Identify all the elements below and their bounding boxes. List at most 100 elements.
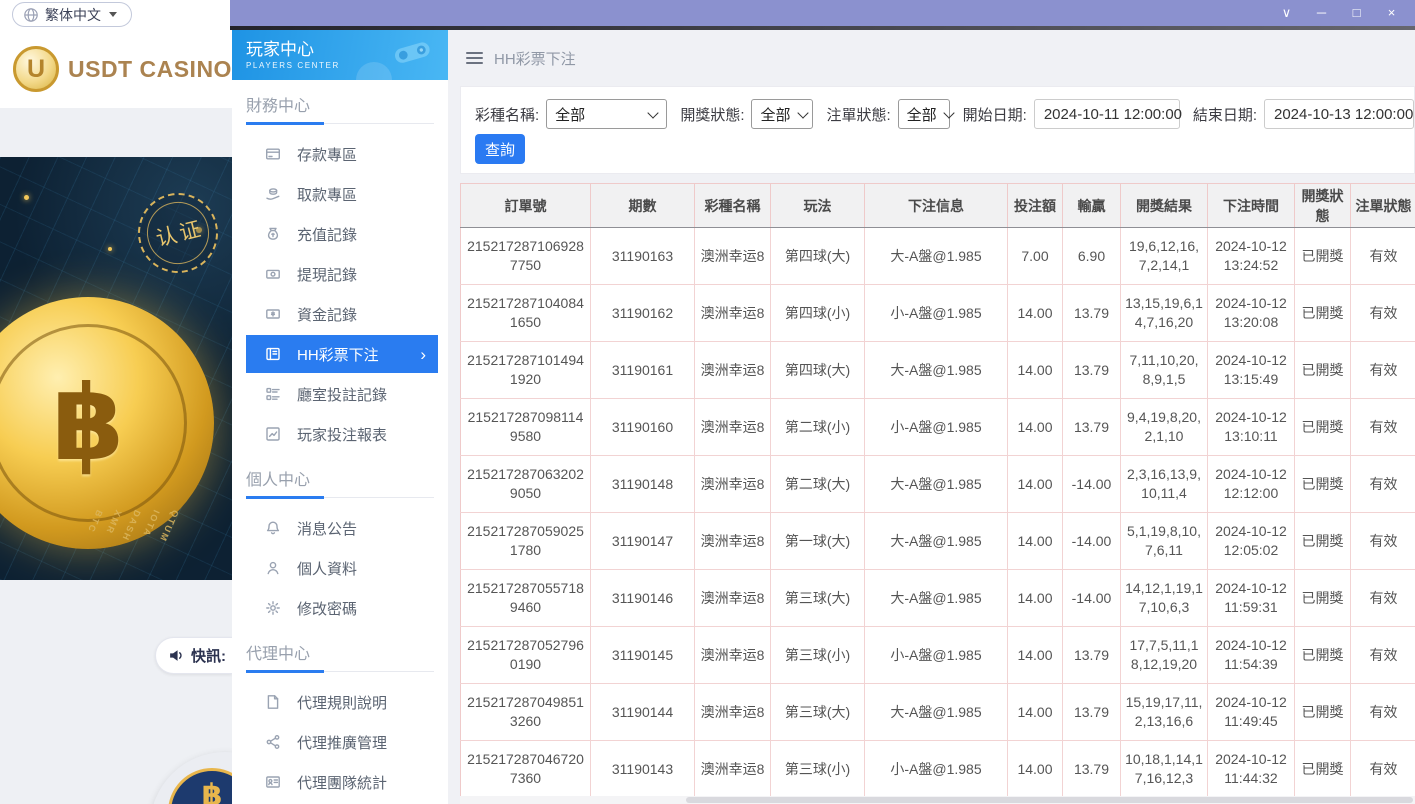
table-cell: 第三球(小) [771,741,865,798]
table-cell: 澳洲幸运8 [695,684,771,741]
table-cell: 2024-10-12 11:54:39 [1208,627,1295,684]
table-cell: 有效 [1351,513,1415,570]
sidebar-item-hh-lottery-bets[interactable]: HH彩票下注› [246,335,438,373]
sidebar-item-funds-records[interactable]: 資金記錄 [246,294,438,334]
sidebar-item-deposit-area[interactable]: 存款專區 [246,134,438,174]
table-cell: 已開獎 [1295,399,1351,456]
sidebar-item-label: 修改密碼 [297,598,357,619]
table-cell: 有效 [1351,399,1415,456]
sidebar-item-agent-rules[interactable]: 代理規則說明 [246,682,438,722]
sidebar-item-label: 廳室投註記錄 [297,384,387,405]
table-cell: 澳洲幸运8 [695,342,771,399]
table-cell: 第二球(大) [771,456,865,513]
bell-icon [265,520,281,536]
window-titlebar: ∨─□× [230,0,1415,26]
table-cell: 14.00 [1008,627,1063,684]
language-selector[interactable]: 繁体中文 [12,2,132,27]
news-ticker-button[interactable]: 快訊: [155,637,232,674]
table-cell: 2,3,16,13,9,10,11,4 [1121,456,1208,513]
start-date-input[interactable]: 2024-10-11 12:00:00 [1034,99,1180,129]
table-cell: 澳洲幸运8 [695,741,771,798]
table-row: 215217287052796019031190145澳洲幸运8第三球(小)小-… [461,627,1415,684]
lottery-name-label: 彩種名稱: [475,104,539,125]
scrollbar-thumb[interactable] [686,797,1413,803]
table-cell: 14.00 [1008,456,1063,513]
table-cell: 31190146 [591,570,695,627]
table-cell: 10,18,1,14,17,16,12,3 [1121,741,1208,798]
table-cell: 第三球(大) [771,570,865,627]
share-icon [265,734,281,750]
section-title: 財務中心 [246,92,434,116]
table-cell: 第一球(大) [771,513,865,570]
table-cell: 14.00 [1008,570,1063,627]
table-cell: 14.00 [1008,741,1063,798]
order-status-label: 注單狀態: [826,104,890,125]
table-cell: 有效 [1351,741,1415,798]
table-cell: 31190148 [591,456,695,513]
table-cell: 有效 [1351,342,1415,399]
table-cell: 9,4,19,8,20,2,1,10 [1121,399,1208,456]
table-row: 215217287055718946031190146澳洲幸运8第三球(大)大-… [461,570,1415,627]
sidebar-item-player-bet-report[interactable]: 玩家投注報表 [246,414,438,454]
table-cell: 小-A盤@1.985 [865,399,1008,456]
table-cell: 澳洲幸运8 [695,513,771,570]
search-button[interactable]: 查詢 [475,134,525,164]
horizontal-scrollbar[interactable] [460,796,1415,804]
bets-table: 訂單號期數彩種名稱玩法下注信息投注額輸贏開獎結果下注時間開獎狀態注單狀態 215… [460,183,1415,798]
table-cell: 13.79 [1063,684,1121,741]
coin-ticker-labels: BTCXMRDASHIOTAQTUM [88,509,174,544]
lottery-name-select[interactable]: 全部 [546,99,667,129]
table-cell: 31190145 [591,627,695,684]
sidebar-item-news-announcements[interactable]: 消息公告 [246,508,438,548]
sidebar-subtitle: PLAYERS CENTER [246,61,340,70]
sidebar-item-agent-promotion[interactable]: 代理推廣管理 [246,722,438,762]
gear-icon [265,600,281,616]
page-header: HH彩票下注 [448,30,1415,86]
speaker-icon [168,647,185,664]
table-cell: 7,11,10,20,8,9,1,5 [1121,342,1208,399]
sidebar-item-recharge-records[interactable]: 充值記錄 [246,214,438,254]
minimize-button[interactable]: ─ [1304,0,1339,26]
end-date-value: 2024-10-13 12:00:00 [1274,106,1413,123]
menu-toggle-icon[interactable] [466,52,483,64]
table-cell: 13.79 [1063,342,1121,399]
table-row: 215217287046720736031190143澳洲幸运8第三球(小)小-… [461,741,1415,798]
table-cell: 2152172870557189460 [461,570,591,627]
section-underline [246,497,434,498]
end-date-input[interactable]: 2024-10-13 12:00:00 [1264,99,1414,129]
chevron-down-icon [797,107,808,118]
sidebar: 玩家中心 PLAYERS CENTER 財務中心存款專區取款專區充值記錄提現記錄… [232,30,448,804]
table-cell: 已開獎 [1295,684,1351,741]
table-cell: 2152172870498513260 [461,684,591,741]
table-cell: 第三球(小) [771,627,865,684]
filter-row: 彩種名稱: 全部 開獎狀態: 全部 注單狀態: 全部 開始日期: 2024-10… [475,99,1414,129]
maximize-button[interactable]: □ [1339,0,1374,26]
table-cell: 澳洲幸运8 [695,399,771,456]
order-status-select[interactable]: 全部 [898,99,950,129]
gamepad-icon [389,35,438,75]
table-cell: 小-A盤@1.985 [865,627,1008,684]
chevron-down-button[interactable]: ∨ [1269,0,1304,26]
draw-status-select[interactable]: 全部 [751,99,813,129]
sidebar-item-label: 個人資料 [297,558,357,579]
table-cell: 已開獎 [1295,570,1351,627]
sidebar-item-agent-team-stats[interactable]: 代理團隊統計 [246,762,438,802]
page-title: HH彩票下注 [494,48,576,69]
sidebar-item-change-password[interactable]: 修改密碼 [246,588,438,628]
table-cell: 13.79 [1063,285,1121,342]
close-button[interactable]: × [1374,0,1409,26]
sidebar-item-withdraw-area[interactable]: 取款專區 [246,174,438,214]
table-cell: 2024-10-12 12:05:02 [1208,513,1295,570]
sidebar-item-personal-profile[interactable]: 個人資料 [246,548,438,588]
sidebar-item-withdrawal-records[interactable]: 提現記錄 [246,254,438,294]
table-cell: 大-A盤@1.985 [865,684,1008,741]
sidebar-item-room-bet-records[interactable]: 廳室投註記錄 [246,374,438,414]
table-cell: 14,12,1,19,17,10,6,3 [1121,570,1208,627]
table-cell: 2024-10-12 11:44:32 [1208,741,1295,798]
sidebar-sections: 財務中心存款專區取款專區充值記錄提現記錄資金記錄 HH彩票下注› 廳室投註記錄玩家投… [232,92,448,802]
sidebar-item-label: 資金記錄 [297,304,357,325]
table-cell: 7.00 [1008,228,1063,285]
table-cell: 已開獎 [1295,513,1351,570]
table-cell: 大-A盤@1.985 [865,456,1008,513]
brand-name: USDT CASINO [68,56,232,83]
